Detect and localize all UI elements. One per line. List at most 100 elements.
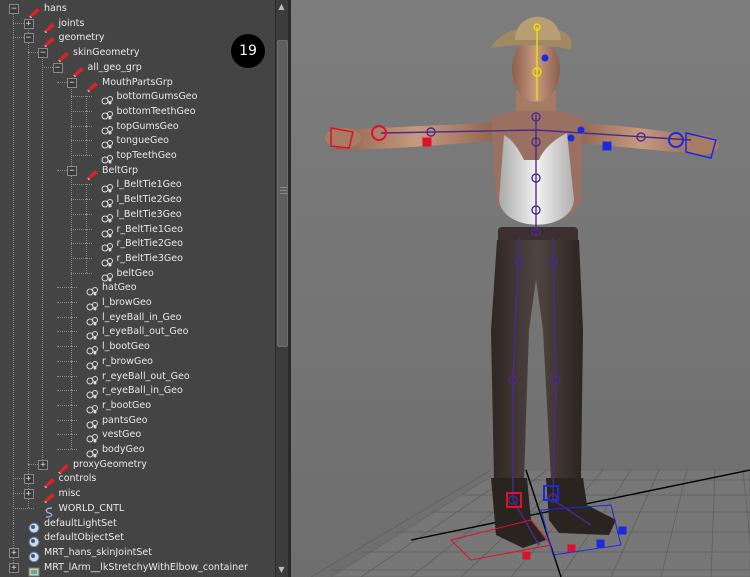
outliner-item[interactable]: beltGeo bbox=[0, 266, 275, 282]
tree-connector-line bbox=[56, 434, 77, 436]
outliner-item-label: hatGeo bbox=[102, 282, 137, 294]
set-icon bbox=[28, 532, 41, 548]
collapse-toggle-icon[interactable]: − bbox=[38, 48, 48, 59]
outliner-item[interactable]: + joints bbox=[0, 16, 275, 33]
outliner-item-label: hans bbox=[44, 3, 67, 14]
grip-line bbox=[280, 193, 287, 194]
container-icon bbox=[28, 562, 41, 577]
outliner-item[interactable]: l_bootGeo bbox=[0, 339, 275, 355]
expand-toggle-icon[interactable]: + bbox=[23, 489, 34, 500]
outliner-item[interactable]: l_BeltTie3Geo bbox=[0, 207, 275, 223]
outliner-item[interactable]: + MRT_hans_skinJointSet bbox=[0, 545, 275, 563]
mesh-icon bbox=[101, 268, 114, 282]
transform-group-icon bbox=[57, 47, 70, 63]
mesh-icon bbox=[86, 429, 99, 443]
scroll-down-arrow-icon[interactable]: ▼ bbox=[277, 565, 286, 574]
mesh-icon bbox=[86, 341, 99, 355]
outliner-item[interactable]: r_BeltTie3Geo bbox=[0, 251, 275, 267]
expand-toggle-icon[interactable]: + bbox=[9, 562, 19, 573]
outliner-item[interactable]: r_BeltTie2Geo bbox=[0, 236, 275, 252]
3d-viewport[interactable] bbox=[291, 0, 750, 577]
viewport-scene[interactable] bbox=[291, 0, 750, 577]
outliner-item-label: MouthPartsGrp bbox=[102, 76, 173, 88]
outliner-item[interactable]: + controls bbox=[0, 471, 275, 489]
outliner-item-label: r_eyeBall_in_Geo bbox=[102, 385, 183, 397]
outliner-item-label: topGumsGeo bbox=[116, 120, 179, 132]
scroll-up-arrow-icon[interactable]: ▲ bbox=[277, 2, 286, 11]
tree-connector-line bbox=[71, 213, 92, 215]
collapse-toggle-icon[interactable]: − bbox=[67, 165, 77, 176]
outliner-item[interactable]: − MouthPartsGrp bbox=[0, 75, 275, 92]
outliner-item[interactable]: r_eyeBall_out_Geo bbox=[0, 369, 275, 384]
scrollbar-thumb[interactable] bbox=[277, 40, 288, 347]
mesh-icon bbox=[86, 282, 99, 296]
curve-icon bbox=[43, 503, 56, 518]
outliner-item-label: l_BeltTie2Geo bbox=[116, 194, 182, 206]
tree-connector-line bbox=[56, 360, 77, 362]
outliner-panel: − hans + joints − geometry − skinGeometry − all_g… bbox=[0, 0, 289, 577]
expand-toggle-icon[interactable]: + bbox=[23, 474, 34, 485]
outliner-item[interactable]: l_browGeo bbox=[0, 295, 275, 311]
outliner-scrollbar[interactable]: ▲ ▼ bbox=[275, 0, 288, 577]
outliner-item-label: r_browGeo bbox=[102, 355, 153, 367]
expand-toggle-icon[interactable]: + bbox=[9, 547, 19, 558]
collapse-toggle-icon[interactable]: − bbox=[67, 77, 77, 88]
outliner-item[interactable]: vestGeo bbox=[0, 427, 275, 443]
outliner-item-label: all_geo_grp bbox=[87, 61, 142, 73]
tree-connector-line bbox=[71, 140, 92, 142]
collapse-toggle-icon[interactable]: − bbox=[23, 33, 34, 44]
collapse-toggle-icon[interactable]: − bbox=[52, 62, 63, 73]
outliner-item[interactable]: bottomGumsGeo bbox=[0, 89, 275, 105]
mesh-icon bbox=[101, 194, 114, 208]
outliner-item-label: beltGeo bbox=[116, 267, 154, 279]
expand-toggle-icon[interactable]: + bbox=[23, 18, 34, 29]
outliner-item[interactable]: + MRT_lArm__lkStretchyWithElbow_container bbox=[0, 560, 275, 577]
outliner-item[interactable]: pantsGeo bbox=[0, 413, 275, 429]
outliner-item-label: controls bbox=[58, 473, 97, 485]
transform-group-icon bbox=[72, 62, 85, 77]
grip-line bbox=[280, 187, 287, 188]
outliner-item-label: joints bbox=[58, 17, 85, 29]
outliner-item-label: r_BeltTie2Geo bbox=[116, 238, 183, 250]
outliner-item[interactable]: bodyGeo bbox=[0, 442, 275, 458]
tree-connector-line bbox=[71, 155, 92, 156]
grip-line bbox=[280, 190, 287, 191]
outliner-item[interactable]: defaultLightSet bbox=[0, 516, 275, 533]
collapse-toggle-icon[interactable]: − bbox=[9, 4, 19, 14]
outliner-item-label: l_browGeo bbox=[102, 297, 152, 308]
outliner-item[interactable]: r_browGeo bbox=[0, 354, 275, 370]
mesh-icon bbox=[101, 238, 114, 252]
outliner-item[interactable]: − BeltGrp bbox=[0, 163, 275, 180]
outliner-item[interactable]: bottomTeethGeo bbox=[0, 104, 275, 120]
outliner-item[interactable]: WORLD_CNTL bbox=[0, 501, 275, 518]
outliner-item[interactable]: hatGeo bbox=[0, 280, 275, 296]
outliner-item[interactable]: l_eyeBall_in_Geo bbox=[0, 310, 275, 326]
outliner-item[interactable]: tongueGeo bbox=[0, 133, 275, 149]
outliner-item-label: MRT_lArm__lkStretchyWithElbow_container bbox=[44, 561, 248, 573]
outliner-item[interactable]: r_eyeBall_in_Geo bbox=[0, 383, 275, 399]
outliner-item[interactable]: + misc bbox=[0, 486, 275, 504]
mesh-icon bbox=[101, 135, 114, 149]
outliner-item[interactable]: − all_geo_grp bbox=[0, 60, 275, 77]
outliner-item-label: l_eyeBall_out_Geo bbox=[102, 326, 189, 338]
outliner-item-label: vestGeo bbox=[102, 429, 142, 441]
expand-toggle-icon[interactable]: + bbox=[38, 459, 48, 470]
outliner-item[interactable]: defaultObjectSet bbox=[0, 530, 275, 548]
outliner-item[interactable]: topTeethGeo bbox=[0, 148, 275, 164]
outliner-item[interactable]: − hans bbox=[0, 1, 275, 18]
outliner-item[interactable]: + proxyGeometry bbox=[0, 457, 275, 474]
transform-group-icon bbox=[57, 459, 70, 474]
outliner-item-label: r_bootGeo bbox=[102, 399, 152, 411]
outliner-item[interactable]: topGumsGeo bbox=[0, 119, 275, 135]
set-icon bbox=[28, 547, 41, 563]
outliner-item[interactable]: l_eyeBall_out_Geo bbox=[0, 324, 275, 340]
outliner-item[interactable]: r_bootGeo bbox=[0, 398, 275, 414]
head bbox=[512, 38, 560, 102]
outliner-item[interactable]: r_BeltTie1Geo bbox=[0, 222, 275, 237]
outliner-item[interactable]: l_BeltTie1Geo bbox=[0, 177, 275, 193]
tree-connector-line bbox=[56, 346, 77, 348]
outliner-item[interactable]: l_BeltTie2Geo bbox=[0, 192, 275, 208]
mesh-icon bbox=[101, 91, 114, 105]
mesh-icon bbox=[86, 385, 99, 399]
mesh-icon bbox=[86, 312, 99, 326]
